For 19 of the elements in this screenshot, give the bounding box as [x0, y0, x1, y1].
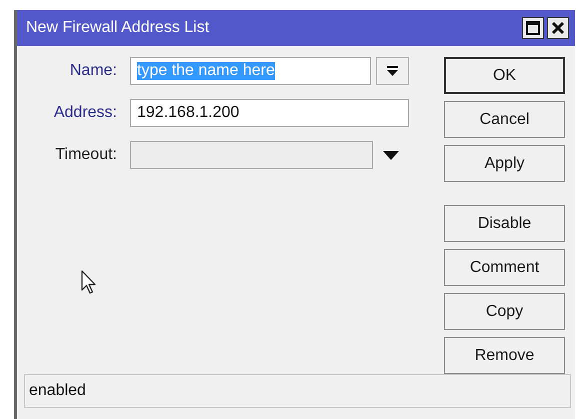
dialog-button[interactable]: Copy [444, 293, 565, 330]
field-label: Name: [68, 62, 118, 80]
field-label: Timeout: [54, 146, 118, 164]
dialog-button[interactable]: OK [444, 57, 565, 94]
dialog-button[interactable]: Disable [444, 205, 565, 242]
down-arrow-icon [387, 66, 398, 76]
dropdown-arrow-icon[interactable] [382, 150, 398, 160]
window-title: New Firewall Address List [26, 19, 210, 37]
input-field[interactable]: 192.168.1.200 [130, 99, 409, 127]
dialog-button[interactable]: Comment [444, 249, 565, 286]
mouse-pointer-icon [81, 270, 97, 296]
status-text: enabled [29, 382, 86, 400]
maximize-icon[interactable] [522, 17, 544, 39]
close-icon[interactable] [547, 17, 569, 39]
dialog-button[interactable]: Cancel [444, 101, 565, 138]
dialog-button[interactable]: Apply [444, 145, 565, 182]
field-label: Address: [52, 104, 118, 122]
dialog-button[interactable]: Remove [444, 337, 565, 374]
dropdown-button[interactable] [376, 57, 409, 85]
